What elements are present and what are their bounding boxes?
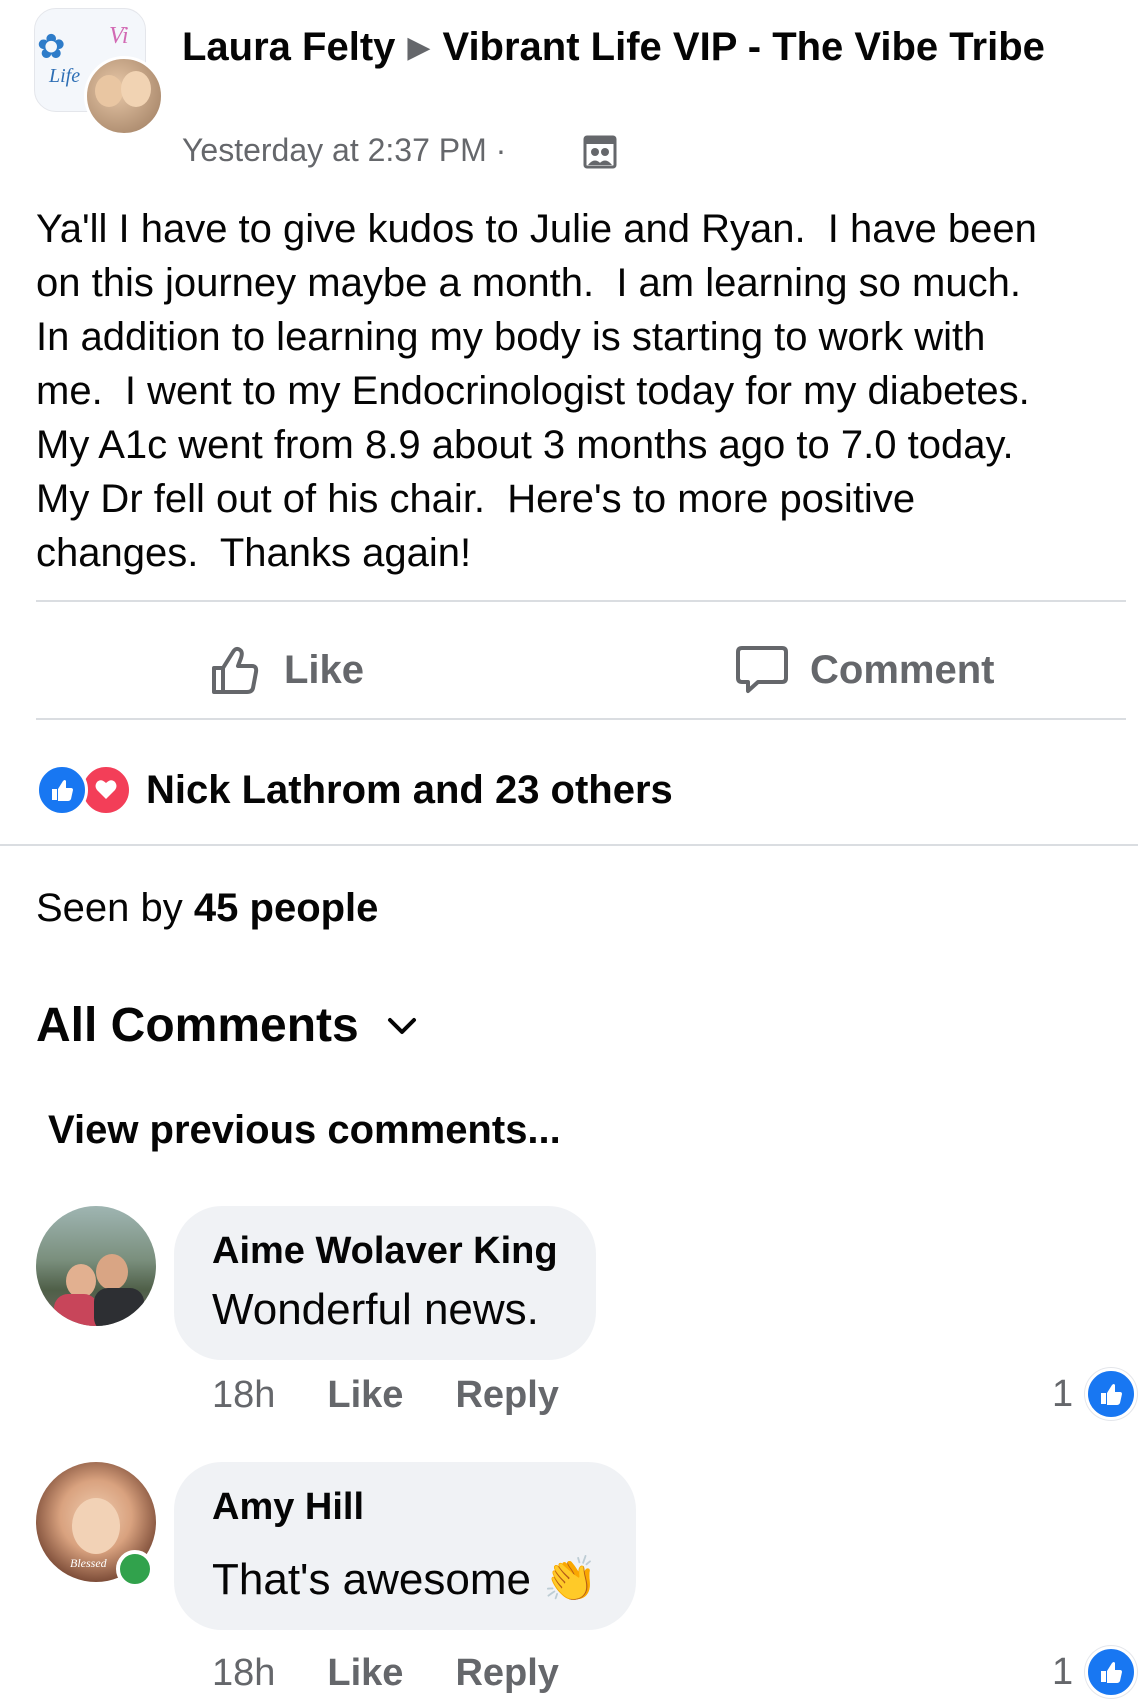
comment-text: That's awesome 👏 (212, 1555, 598, 1604)
group-members-icon (583, 135, 617, 169)
comment-bubble-icon (736, 646, 788, 693)
avatar-face (66, 1264, 96, 1298)
comment-reply-button[interactable]: Reply (455, 1374, 558, 1417)
comment-sort-label: All Comments (36, 999, 359, 1052)
author-avatar[interactable] (84, 56, 164, 136)
thumbs-up-icon (212, 646, 259, 694)
post-header-title: Laura Felty ▶ Vibrant Life VIP - The Vibe … (182, 22, 1082, 73)
avatar-jacket (54, 1294, 98, 1326)
like-reaction-icon (1085, 1368, 1138, 1420)
comment-button[interactable]: Comment (734, 640, 994, 700)
avatar-face (121, 71, 151, 107)
comment-text: Wonderful news. (212, 1285, 539, 1334)
avatar-face (95, 75, 123, 107)
comment-reply-button[interactable]: Reply (455, 1652, 558, 1695)
avatar-overlay-text: Blessed (70, 1556, 107, 1570)
tree-logo-icon: ✿ (37, 28, 66, 66)
comment-actions: 18h Like Reply (212, 1652, 559, 1695)
commenter-name[interactable]: Aime Wolaver King (212, 1228, 558, 1274)
reaction-summary[interactable]: Nick Lathrom and 23 others (36, 764, 673, 816)
seen-by-count: 45 people (193, 886, 379, 930)
comment-actions: 18h Like Reply (212, 1374, 559, 1417)
divider (36, 718, 1126, 720)
commenter-name[interactable]: Amy Hill (212, 1484, 598, 1530)
comment-like-button[interactable]: Like (327, 1652, 403, 1695)
commenter-avatar[interactable] (36, 1206, 156, 1326)
comment-like-button[interactable]: Like (327, 1374, 403, 1417)
comment-reaction-number: 1 (1052, 1372, 1074, 1415)
post-body-text: Ya'll I have to give kudos to Julie and … (36, 207, 1037, 575)
section-divider (0, 844, 1138, 846)
like-button[interactable]: Like (208, 640, 364, 700)
view-previous-comments-link[interactable]: View previous comments... (48, 1108, 561, 1153)
comment-bubble: Aime Wolaver King Wonderful news. (174, 1206, 596, 1360)
comment-reaction-count[interactable]: 1 (1052, 1368, 1138, 1420)
like-reaction-icon (1085, 1646, 1138, 1698)
group-name[interactable]: Vibrant Life VIP - The Vibe Tribe (442, 25, 1044, 69)
group-avatar-text: Life (49, 65, 81, 87)
comment-time[interactable]: 18h (212, 1652, 275, 1695)
divider (36, 600, 1126, 602)
comment-bubble: Amy Hill That's awesome 👏 (174, 1462, 636, 1630)
comment-reaction-count[interactable]: 1 (1052, 1646, 1138, 1698)
seen-by-prefix: Seen by (36, 886, 183, 930)
author-name[interactable]: Laura Felty (182, 25, 395, 69)
like-reaction-icon (36, 764, 88, 816)
comment-sort-dropdown[interactable]: All Comments (36, 998, 417, 1053)
group-avatar-script: Vi (109, 23, 129, 49)
reaction-summary-text: Nick Lathrom and 23 others (146, 767, 673, 812)
comment-button-label: Comment (810, 647, 995, 692)
seen-by[interactable]: Seen by 45 people (36, 886, 378, 931)
comment-reaction-number: 1 (1052, 1650, 1074, 1693)
comment-time[interactable]: 18h (212, 1374, 275, 1417)
arrow-right-icon: ▶ (407, 31, 431, 64)
avatar-face (72, 1498, 120, 1554)
avatar-face (96, 1254, 128, 1290)
chevron-down-icon (387, 1017, 416, 1034)
online-status-dot (116, 1550, 154, 1588)
avatar-jacket (94, 1288, 144, 1326)
post-timestamp[interactable]: Yesterday at 2:37 PM · (182, 132, 506, 169)
like-button-label: Like (284, 647, 365, 692)
